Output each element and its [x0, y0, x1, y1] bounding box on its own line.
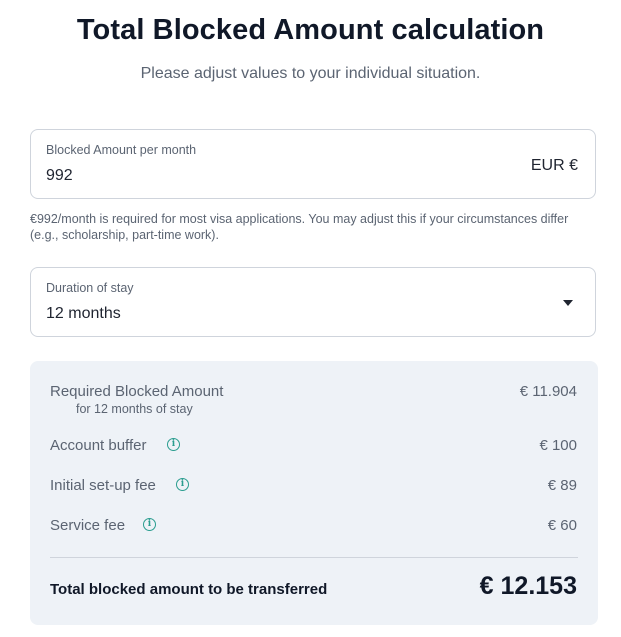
setup-fee-value: € 89 — [547, 477, 577, 494]
info-icon[interactable]: i — [143, 518, 156, 531]
duration-value[interactable]: 12 months — [46, 305, 121, 323]
service-fee-value: € 60 — [547, 517, 577, 534]
chevron-down-icon[interactable] — [563, 300, 573, 306]
duration-select[interactable]: Duration of stay 12 months — [30, 267, 596, 337]
required-amount-label: Required Blocked Amount — [50, 383, 224, 400]
summary-divider — [50, 557, 578, 558]
blocked-amount-input[interactable]: 992 — [46, 167, 73, 185]
duration-label: Duration of stay — [46, 281, 134, 295]
info-icon[interactable]: i — [176, 478, 189, 491]
currency-suffix: EUR € — [530, 157, 578, 174]
total-label: Total blocked amount to be transferred — [50, 581, 328, 598]
service-fee-label: Service fee — [50, 517, 126, 534]
account-buffer-value: € 100 — [539, 437, 577, 454]
info-icon[interactable]: i — [167, 438, 180, 451]
blocked-amount-label: Blocked Amount per month — [46, 143, 197, 157]
total-value: € 12.153 — [479, 572, 577, 600]
setup-fee-label: Initial set-up fee — [50, 477, 156, 494]
account-buffer-label: Account buffer — [50, 437, 147, 454]
page-title: Total Blocked Amount calculation — [76, 14, 545, 46]
summary-panel: Required Blocked Amount for 12 months of… — [30, 361, 598, 625]
required-amount-sub: for 12 months of stay — [76, 402, 193, 416]
blocked-amount-helper-text: €992/month is required for most visa app… — [30, 212, 569, 242]
required-amount-value: € 11.904 — [519, 383, 577, 400]
blocked-amount-field[interactable]: Blocked Amount per month 992 EUR € — [30, 129, 596, 199]
page-subtitle: Please adjust values to your individual … — [140, 65, 481, 82]
